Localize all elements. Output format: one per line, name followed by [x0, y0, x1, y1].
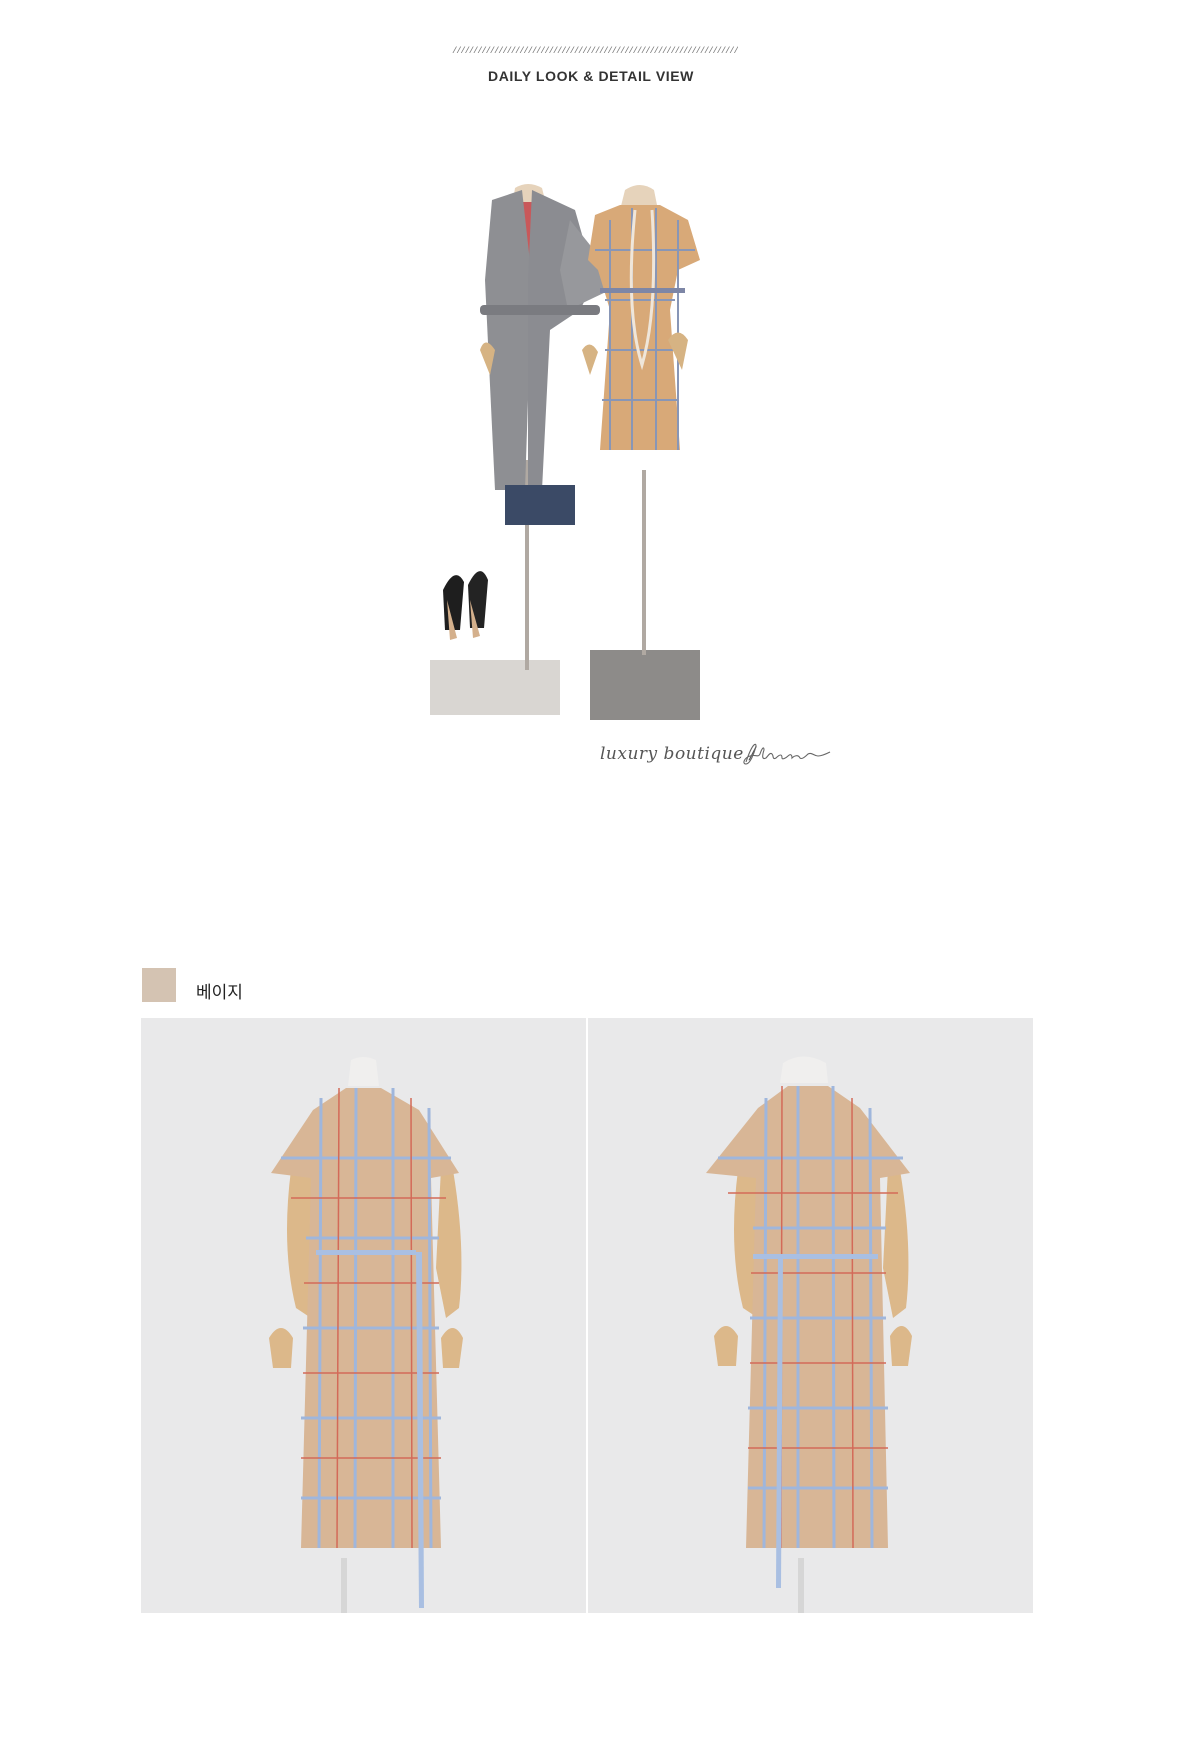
dress-front-illustration: [141, 1018, 586, 1613]
brand-tagline: luxury boutique /: [600, 744, 762, 764]
mannequin-illustration: [430, 184, 700, 720]
hero-mannequin-image: [420, 160, 760, 720]
color-option-label: 베이지: [196, 983, 243, 1002]
color-swatch: [142, 968, 176, 1002]
brand-signature-logo: [742, 740, 832, 773]
product-photo-front: [141, 1018, 586, 1613]
dress-back-illustration: [588, 1018, 1033, 1613]
section-title: DAILY LOOK & DETAIL VIEW: [487, 68, 694, 84]
product-photo-back: [588, 1018, 1033, 1613]
decorative-slash-line: ////////////////////////////////////////…: [452, 46, 738, 56]
signature-drawing: [743, 743, 831, 765]
brand-text: luxury boutique: [600, 744, 744, 764]
